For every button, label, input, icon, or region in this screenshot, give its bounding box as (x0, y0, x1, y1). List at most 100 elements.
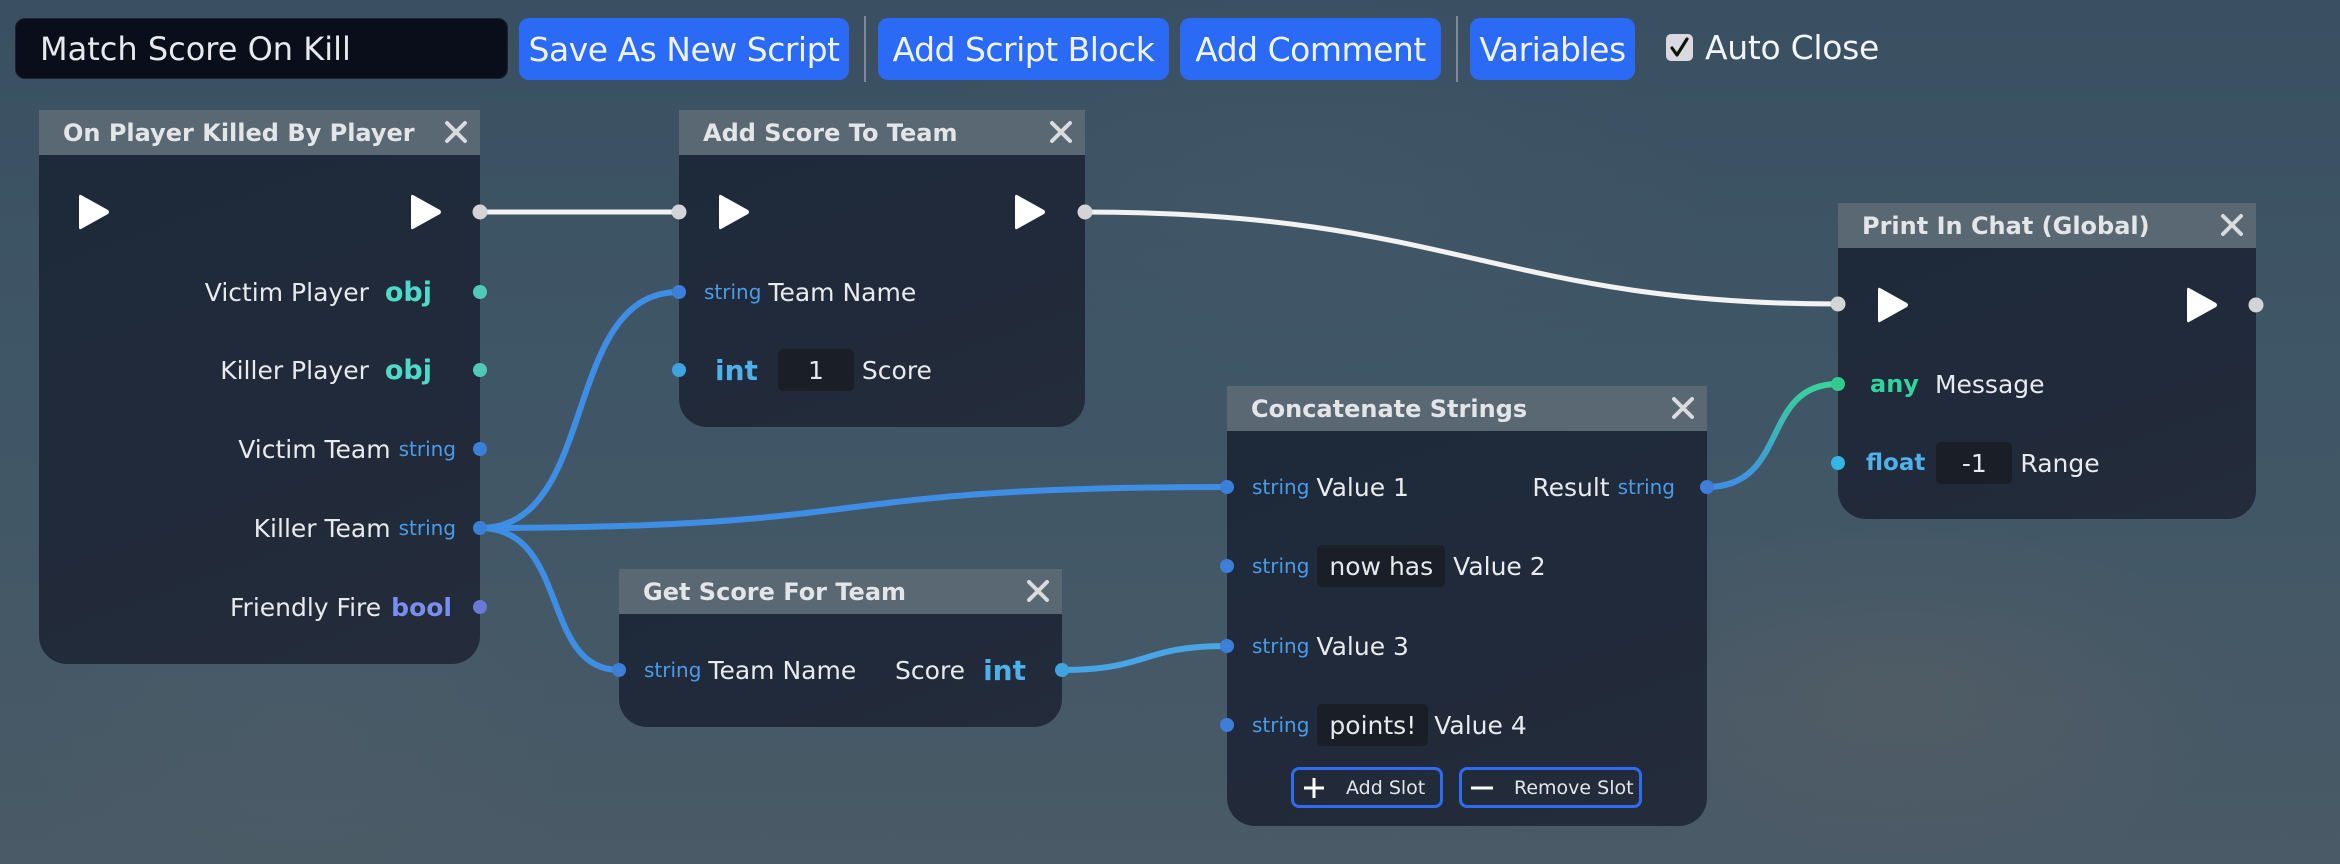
port-label: Team Name (768, 277, 917, 307)
node-concatenate-strings[interactable]: Concatenate Strings string Value 1 Resul… (1227, 386, 1707, 826)
input-value-3: string Value 3 (1252, 626, 1409, 666)
value-2-field[interactable]: now has (1317, 545, 1446, 587)
port-type: string (398, 437, 456, 461)
port-type: obj (384, 354, 432, 386)
script-name-input[interactable] (15, 18, 508, 79)
node-title: Add Score To Team (703, 118, 958, 147)
port-type: string (1617, 475, 1675, 499)
input-range: float -1 Range (1866, 442, 2100, 484)
output-friendly-fire: Friendly Fire bool (230, 587, 452, 627)
exec-out-port[interactable] (1077, 204, 1093, 220)
exec-out-port[interactable] (472, 204, 488, 220)
close-icon[interactable] (440, 116, 472, 148)
node-header[interactable]: Print In Chat (Global) (1838, 203, 2256, 248)
auto-close-checkbox[interactable] (1666, 34, 1693, 61)
node-on-player-killed[interactable]: On Player Killed By Player Victim Player… (39, 110, 480, 664)
port-label: Victim Team (238, 434, 391, 464)
port-label: Killer Team (253, 513, 391, 543)
node-header[interactable]: On Player Killed By Player (39, 110, 480, 155)
remove-slot-button[interactable]: Remove Slot (1459, 767, 1642, 808)
exec-in-port[interactable] (1830, 296, 1846, 312)
close-icon[interactable] (1022, 575, 1054, 607)
port-type: string (644, 658, 702, 682)
killer-player-port[interactable] (473, 363, 487, 377)
port-type: any (1870, 370, 1919, 398)
victim-team-port[interactable] (473, 442, 487, 456)
node-title: Print In Chat (Global) (1862, 211, 2150, 240)
checkmark-icon (1670, 37, 1689, 57)
score-port[interactable] (672, 363, 686, 377)
auto-close-toggle[interactable]: Auto Close (1666, 28, 1879, 67)
port-label: Message (1934, 369, 2045, 399)
output-score: Score int (895, 650, 1026, 690)
input-message: any Message (1870, 364, 2045, 404)
wire-concat-result-to-print-message (1706, 381, 1839, 490)
node-header[interactable]: Add Score To Team (679, 110, 1085, 155)
node-add-score-to-team[interactable]: Add Score To Team string Team Name int 1… (679, 110, 1085, 427)
port-label: Friendly Fire (229, 592, 382, 622)
port-label: Value 1 (1316, 472, 1409, 502)
port-label: Killer Player (220, 355, 369, 385)
exec-in-icon (719, 194, 749, 230)
node-print-in-chat[interactable]: Print In Chat (Global) any Message float… (1838, 203, 2256, 519)
exec-out-port[interactable] (2248, 297, 2264, 313)
toolbar-divider (864, 16, 866, 82)
result-port[interactable] (1700, 480, 1714, 494)
wire-exec-addscore-to-print (1084, 209, 1839, 307)
node-title: Concatenate Strings (1251, 394, 1528, 423)
port-type: float (1866, 450, 1926, 476)
victim-player-port[interactable] (473, 285, 487, 299)
team-name-port[interactable] (672, 285, 686, 299)
value-3-port[interactable] (1220, 639, 1234, 653)
auto-close-label: Auto Close (1705, 28, 1880, 67)
node-header[interactable]: Get Score For Team (619, 569, 1062, 614)
range-value-field[interactable]: -1 (1936, 442, 2013, 484)
add-comment-button[interactable]: Add Comment (1180, 18, 1441, 80)
close-icon[interactable] (1045, 116, 1077, 148)
port-type: string (704, 280, 762, 304)
node-get-score-for-team[interactable]: Get Score For Team string Team Name Scor… (619, 569, 1062, 727)
variables-button[interactable]: Variables (1470, 18, 1635, 80)
port-label: Victim Player (204, 277, 369, 307)
output-killer-player: Killer Player obj (220, 350, 432, 390)
save-as-new-script-button[interactable]: Save As New Script (519, 18, 849, 80)
add-slot-button[interactable]: Add Slot (1291, 767, 1443, 808)
exec-out-icon (411, 194, 441, 230)
score-output-port[interactable] (1055, 663, 1069, 677)
port-type: string (1252, 634, 1310, 658)
input-score: int 1 Score (715, 349, 932, 391)
score-value-field[interactable]: 1 (777, 349, 854, 391)
input-team-name: string Team Name (704, 272, 916, 312)
close-icon[interactable] (2216, 209, 2248, 241)
value-2-port[interactable] (1220, 559, 1234, 573)
wire-killerteam-to-addscore-teamname (479, 289, 680, 531)
killer-team-port[interactable] (473, 521, 487, 535)
node-header[interactable]: Concatenate Strings (1227, 386, 1707, 431)
port-type: string (398, 516, 456, 540)
port-label: Result (1532, 472, 1610, 502)
wire-killerteam-to-getscore-teamname (479, 525, 620, 673)
output-result: Result string (1532, 467, 1675, 507)
add-script-block-button[interactable]: Add Script Block (878, 18, 1169, 80)
input-team-name: string Team Name (644, 650, 856, 690)
exec-in-icon (1878, 287, 1908, 323)
wire-getscore-to-concat-value3 (1061, 643, 1228, 673)
exec-in-port[interactable] (671, 204, 687, 220)
port-type: int (983, 653, 1026, 687)
range-port[interactable] (1831, 456, 1845, 470)
value-4-port[interactable] (1220, 718, 1234, 732)
team-name-port[interactable] (612, 663, 626, 677)
message-port[interactable] (1831, 377, 1845, 391)
exec-out-icon (1015, 194, 1045, 230)
close-icon[interactable] (1667, 392, 1699, 424)
node-title: Get Score For Team (643, 577, 907, 606)
value-4-field[interactable]: points! (1317, 704, 1429, 746)
port-type: string (1252, 475, 1310, 499)
wire-killerteam-to-concat-value1 (479, 484, 1228, 531)
value-1-port[interactable] (1220, 480, 1234, 494)
port-label: Score (861, 355, 932, 385)
port-type: string (1252, 554, 1310, 578)
remove-slot-label: Remove Slot (1514, 776, 1634, 799)
friendly-fire-port[interactable] (473, 600, 487, 614)
port-type: int (715, 353, 758, 387)
